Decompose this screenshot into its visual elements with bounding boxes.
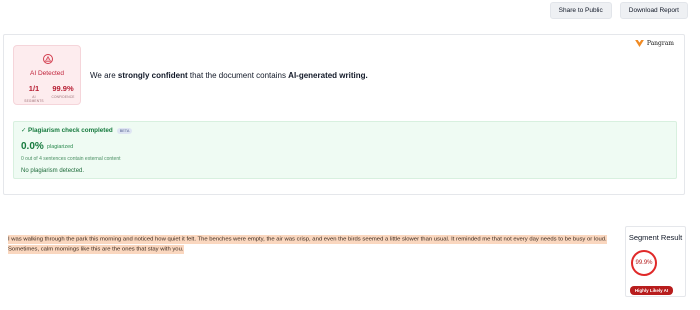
warning-triangle-icon (43, 54, 53, 64)
brand-name: Pangram (646, 40, 674, 47)
plagiarism-header: ✓ Plagiarism check completed BETA (21, 127, 133, 134)
highly-likely-ai-badge: Highly Likely AI (630, 286, 673, 295)
pangram-logo-icon (634, 40, 644, 47)
segment-result-title: Segment Result (628, 233, 683, 242)
plagiarism-sentences-count: 0 out of 4 sentences contain external co… (21, 156, 121, 162)
plagiarism-percent-label: plagiarized (47, 144, 74, 150)
ai-detected-panel: AI Detected 1/1 AI SEGMENTS 99.9% CONFID… (13, 45, 81, 105)
segment-score: 99.9% (635, 260, 653, 266)
ai-segments-label: AI SEGMENTS (24, 95, 44, 103)
report-actions: Share to Public Download Report (549, 2, 688, 19)
ai-detected-title: AI Detected (30, 70, 64, 77)
ai-segments-stat: 1/1 AI SEGMENTS (23, 84, 45, 103)
confidence-stat: 99.9% CONFIDENCE (49, 84, 77, 99)
segment-result-card: Segment Result 99.9% Highly Likely AI (625, 226, 686, 297)
plagiarism-status: ✓ Plagiarism check completed (21, 127, 113, 134)
report-summary-card: Pangram AI Detected 1/1 AI SEGMENTS 99.9… (3, 34, 685, 195)
verdict-middle: that the document contains (187, 71, 289, 80)
verdict-prefix: We are (90, 71, 118, 80)
download-report-button[interactable]: Download Report (619, 2, 688, 19)
segment-score-ring: 99.9% (631, 250, 657, 276)
analyzed-document-text: I was walking through the park this morn… (8, 234, 620, 254)
confidence-label: CONFIDENCE (51, 95, 75, 99)
plagiarism-percent: 0.0% (21, 141, 44, 152)
verdict-text: We are strongly confident that the docum… (90, 71, 368, 80)
verdict-result: AI-generated writing. (288, 71, 368, 80)
ai-segments-value: 1/1 (28, 84, 40, 93)
confidence-value: 99.9% (52, 84, 74, 93)
ai-highlighted-segment-line-1[interactable]: I was walking through the park this morn… (8, 234, 607, 244)
plagiarism-panel: ✓ Plagiarism check completed BETA 0.0% p… (13, 121, 677, 179)
beta-badge: BETA (116, 127, 133, 134)
brand: Pangram (634, 40, 674, 47)
share-to-public-button[interactable]: Share to Public (549, 2, 612, 19)
ai-highlighted-segment-line-2[interactable]: Sometimes, calm mornings like this are t… (8, 244, 184, 254)
plagiarism-result: No plagiarism detected. (21, 168, 85, 174)
verdict-strength: strongly confident (117, 71, 188, 80)
